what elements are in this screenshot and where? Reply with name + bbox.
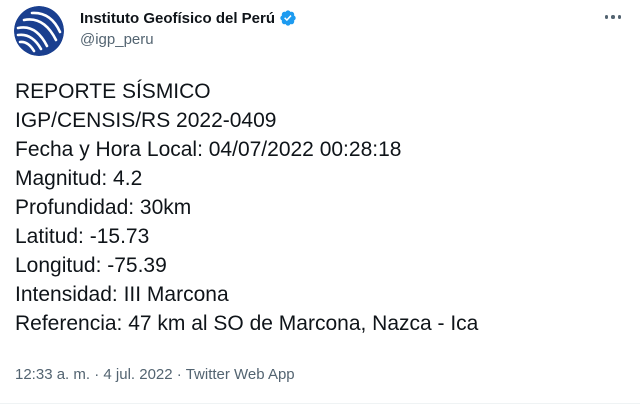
tweet-line-magnitude: Magnitud: 4.2 xyxy=(15,167,143,190)
more-options-button[interactable] xyxy=(596,6,630,28)
meta-separator: · xyxy=(94,366,100,383)
author-handle[interactable]: @igp_peru xyxy=(80,31,154,48)
tweet-line-depth: Profundidad: 30km xyxy=(15,196,192,219)
tweet-card: Instituto Geofísico del Perú @igp_peru R… xyxy=(0,0,640,406)
tweet-line-latitude: Latitud: -15.73 xyxy=(15,225,150,248)
tweet-line-reference: Referencia: 47 km al SO de Marcona, Nazc… xyxy=(15,312,479,335)
divider xyxy=(0,403,640,404)
avatar[interactable] xyxy=(14,6,64,56)
display-name[interactable]: Instituto Geofísico del Perú xyxy=(80,10,275,27)
author-name-row: Instituto Geofísico del Perú xyxy=(80,9,297,27)
tweet-line-longitude: Longitud: -75.39 xyxy=(15,254,167,277)
tweet-time[interactable]: 12:33 a. m. xyxy=(15,366,90,383)
tweet-source[interactable]: Twitter Web App xyxy=(186,366,295,383)
tweet-line-title: REPORTE SÍSMICO xyxy=(15,80,211,103)
igp-logo-icon xyxy=(14,6,64,56)
tweet-line-report-id: IGP/CENSIS/RS 2022-0409 xyxy=(15,109,277,132)
tweet-meta: 12:33 a. m. · 4 jul. 2022 · Twitter Web … xyxy=(15,366,295,383)
verified-badge-icon xyxy=(280,10,296,26)
tweet-line-datetime: Fecha y Hora Local: 04/07/2022 00:28:18 xyxy=(15,138,402,161)
tweet-line-intensity: Intensidad: III Marcona xyxy=(15,283,229,306)
tweet-date[interactable]: 4 jul. 2022 xyxy=(103,366,172,383)
tweet-text: REPORTE SÍSMICO IGP/CENSIS/RS 2022-0409 … xyxy=(15,77,478,338)
meta-separator: · xyxy=(176,366,182,383)
more-options-icon xyxy=(604,15,609,19)
